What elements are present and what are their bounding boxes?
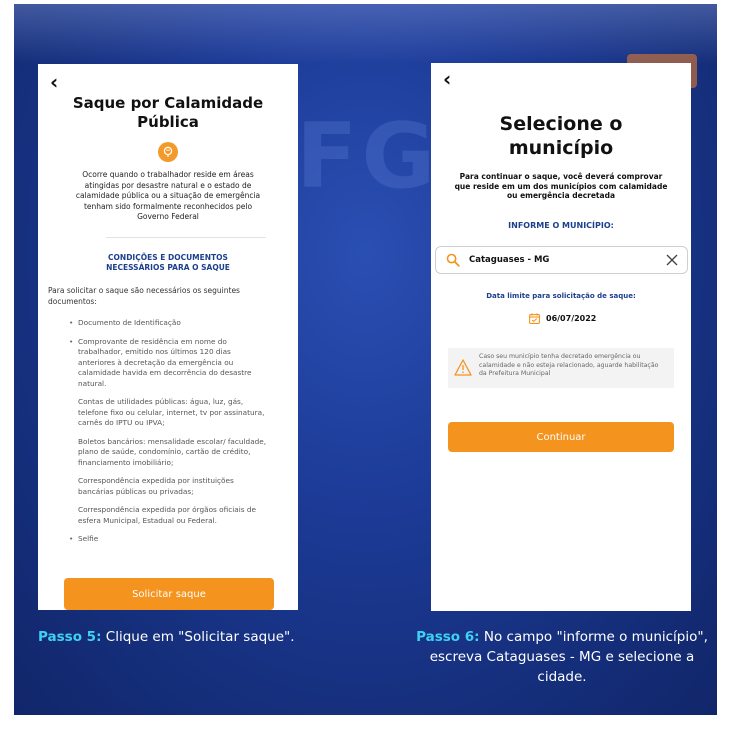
- document-list: Documento de Identificação Comprovante d…: [69, 318, 270, 553]
- caption-step-label: Passo 5:: [38, 629, 102, 645]
- deadline-date: 06/07/2022: [546, 314, 597, 323]
- municipio-search-input[interactable]: Cataguases - MG: [435, 246, 688, 274]
- intro-text: Para solicitar o saque são necessários o…: [48, 286, 240, 306]
- description-text: Ocorre quando o trabalhador reside em ár…: [75, 170, 261, 221]
- warning-icon: [454, 359, 472, 376]
- page-title: Saque por Calamidade Pública: [72, 94, 264, 131]
- list-item: Boletos bancários: mensalidade escolar/ …: [78, 436, 267, 467]
- phone-screen-municipio: ‹ Selecione o município Para continuar o…: [431, 63, 691, 611]
- list-item: Correspondência expedida por instituiçõe…: [78, 476, 234, 496]
- phone-screen-calamidade: ‹ Saque por Calamidade Pública Ocorre qu…: [38, 64, 298, 610]
- deadline-date-row: 06/07/2022: [529, 313, 596, 324]
- list-item: Contas de utilidades públicas: água, luz…: [78, 397, 265, 427]
- warning-notice: Caso seu município tenha decretado emerg…: [448, 348, 674, 388]
- list-item: Documento de Identificação: [69, 318, 270, 329]
- municipio-label: INFORME O MUNICÍPIO:: [508, 221, 614, 230]
- section-title: CONDIÇÕES E DOCUMENTOS NECESSÁRIOS PARA …: [106, 253, 230, 272]
- list-item: Selfie: [69, 534, 270, 545]
- search-value: Cataguases - MG: [469, 255, 550, 265]
- back-arrow-icon[interactable]: ‹: [50, 72, 58, 92]
- divider: [106, 237, 266, 238]
- caption-step-label: Passo 6:: [416, 629, 480, 645]
- calendar-icon: [529, 313, 540, 324]
- deadline-label: Data limite para solicitação de saque:: [486, 292, 636, 300]
- warning-text: Caso seu município tenha decretado emerg…: [479, 353, 659, 377]
- caption-step-5: Passo 5: Clique em "Solicitar saque".: [38, 627, 358, 647]
- close-icon[interactable]: [666, 254, 678, 266]
- page-title: Selecione o município: [499, 113, 623, 159]
- back-arrow-icon[interactable]: ‹: [443, 69, 451, 89]
- list-item: Comprovante de residência em nome do tra…: [69, 337, 270, 390]
- search-icon: [446, 253, 460, 267]
- info-icon: [158, 142, 178, 162]
- list-item: Correspondência expedida por órgãos ofic…: [78, 505, 257, 525]
- description-text: Para continuar o saque, você deverá comp…: [454, 172, 668, 200]
- caption-text: Clique em "Solicitar saque".: [101, 629, 295, 645]
- solicitar-saque-button[interactable]: Solicitar saque: [64, 578, 274, 610]
- continuar-button[interactable]: Continuar: [448, 422, 674, 452]
- caption-step-6: Passo 6: No campo "informe o município",…: [404, 627, 720, 687]
